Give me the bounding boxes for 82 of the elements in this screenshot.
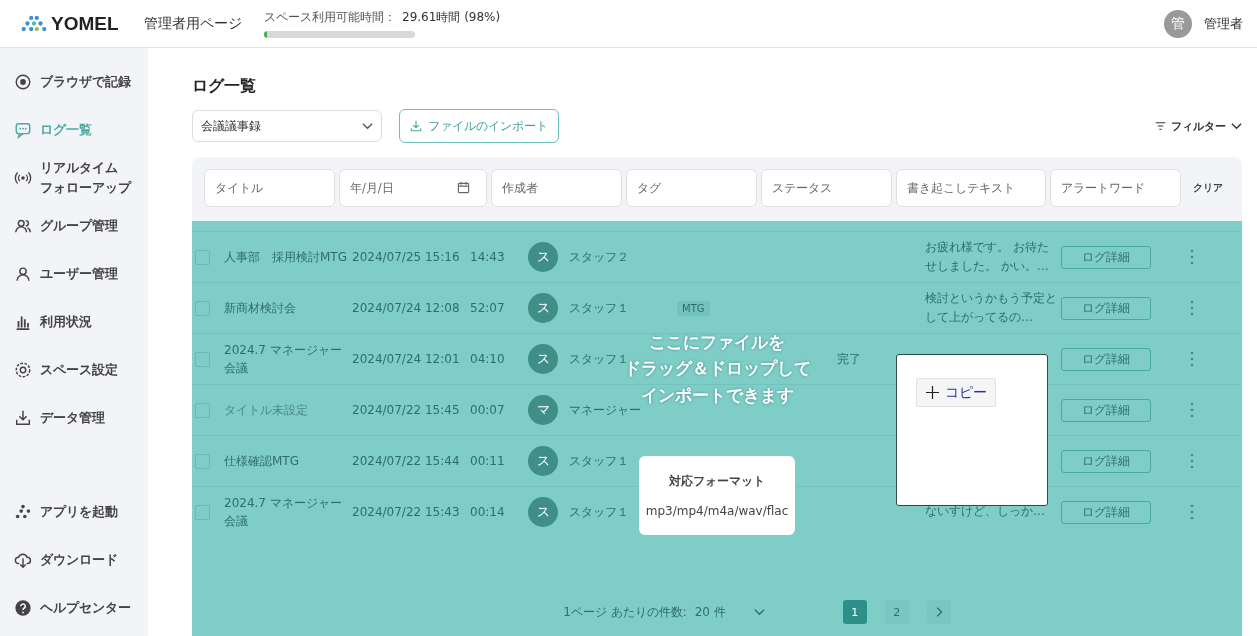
filter-field[interactable]: 年/月/日	[339, 169, 487, 207]
nav-icon	[14, 599, 32, 617]
transcript-excerpt: お疲れ様です。 お待たせしました。 かい。…	[925, 239, 1049, 273]
more-icon[interactable]	[1190, 249, 1194, 265]
nav-item[interactable]: グループ管理	[14, 202, 148, 250]
log-title: 仕様確認MTG	[224, 453, 300, 470]
log-date: 2024/07/22 15:44	[352, 454, 461, 468]
filter-icon	[1155, 122, 1166, 130]
filter-button[interactable]: フィルター	[1155, 118, 1242, 134]
filter-field[interactable]: アラートワード	[1050, 169, 1181, 207]
nav-icon	[14, 217, 32, 235]
nav-item[interactable]: ブラウザで記録	[14, 58, 148, 106]
log-date: 2024/07/22 15:43	[352, 505, 461, 519]
nav-item[interactable]: 利用状況	[14, 298, 148, 346]
log-title: 2024.7 マネージャー会議	[224, 495, 343, 530]
copy-menu-item[interactable]: コピー	[916, 378, 996, 407]
nav-item[interactable]: スペース設定	[14, 346, 148, 394]
usage-value: 29.61時間 (98%)	[402, 9, 501, 26]
download-icon	[410, 120, 422, 132]
plus-icon	[925, 386, 939, 399]
log-duration: 52:07	[470, 301, 506, 315]
formats-list: mp3/mp4/m4a/wav/flac	[645, 504, 789, 519]
log-title: 2024.7 マネージャー会議	[224, 342, 343, 377]
more-icon[interactable]	[1190, 453, 1194, 469]
log-title: 人事部 採用検討MTG	[224, 249, 348, 266]
category-select[interactable]: 会議議事録	[192, 110, 382, 142]
filter-field[interactable]: 作成者	[491, 169, 622, 207]
log-date: 2024/07/24 12:01	[352, 352, 461, 366]
clear-button[interactable]: クリア	[1185, 181, 1223, 195]
nav-item[interactable]: ヘルプセンター	[14, 584, 148, 632]
filter-field[interactable]: タグ	[626, 169, 757, 207]
log-date: 2024/07/24 12:08	[352, 301, 461, 315]
formats-title: 対応フォーマット	[669, 473, 765, 491]
user-name: 管理者	[1204, 14, 1243, 33]
log-duration: 14:43	[470, 250, 506, 264]
log-duration: 00:14	[470, 505, 506, 519]
nav-item[interactable]: リアルタイム フォローアップ	[14, 154, 148, 202]
log-title: 新商材検討会	[224, 300, 297, 317]
filter-field[interactable]: ステータス	[761, 169, 892, 207]
nav-icon	[14, 265, 32, 283]
more-icon[interactable]	[1190, 504, 1194, 520]
log-date: 2024/07/22 15:45	[352, 403, 461, 417]
author-name: スタッフ２	[569, 248, 630, 266]
more-icon[interactable]	[1190, 300, 1194, 316]
chevron-down-icon	[1231, 122, 1242, 130]
filter-field[interactable]: 書き起こしテキスト	[896, 169, 1046, 207]
page-button[interactable]: 1	[842, 600, 867, 624]
more-icon[interactable]	[1190, 351, 1194, 367]
nav-item[interactable]: データ管理	[14, 394, 148, 442]
more-icon[interactable]	[1190, 402, 1194, 418]
next-page-icon[interactable]	[926, 600, 951, 624]
status-text: 完了	[837, 351, 861, 366]
logo-icon	[20, 14, 48, 33]
log-duration: 04:10	[470, 352, 506, 366]
log-duration: 00:11	[470, 454, 506, 468]
author-name: スタッフ１	[569, 350, 629, 368]
transcript-excerpt: 検討というかもう予定として上がってるの…	[925, 290, 1057, 324]
tag-label: MTG	[677, 301, 710, 316]
transcript-excerpt: ないすけど、しっか…	[925, 504, 1045, 519]
page-title: 管理者用ページ	[144, 14, 242, 33]
author-name: マネージャー	[569, 401, 642, 419]
chevron-down-icon	[362, 122, 373, 130]
nav-icon	[14, 503, 32, 521]
calendar-icon	[457, 181, 470, 194]
log-duration: 00:07	[470, 403, 506, 417]
nav-icon	[14, 551, 32, 569]
author-name: スタッフ１	[569, 452, 630, 470]
nav-icon	[14, 409, 32, 427]
per-page-label: 1ページ あたりの件数:	[563, 603, 687, 621]
usage-label: スペース利用可能時間：	[264, 9, 396, 26]
page-heading: ログ一覧	[192, 76, 257, 97]
chevron-down-icon	[753, 608, 765, 616]
filter-field[interactable]: タイトル	[204, 169, 335, 207]
nav-item[interactable]: ダウンロード	[14, 536, 148, 584]
nav-item[interactable]: ユーザー管理	[14, 250, 148, 298]
nav-icon	[14, 73, 32, 91]
logo-text: YOMEL	[51, 12, 119, 35]
nav-item[interactable]: アプリを起動	[14, 488, 148, 536]
nav-icon	[14, 121, 32, 139]
author-name: スタッフ１	[569, 299, 630, 317]
log-date: 2024/07/25 15:16	[352, 250, 461, 264]
nav-icon	[14, 361, 32, 379]
